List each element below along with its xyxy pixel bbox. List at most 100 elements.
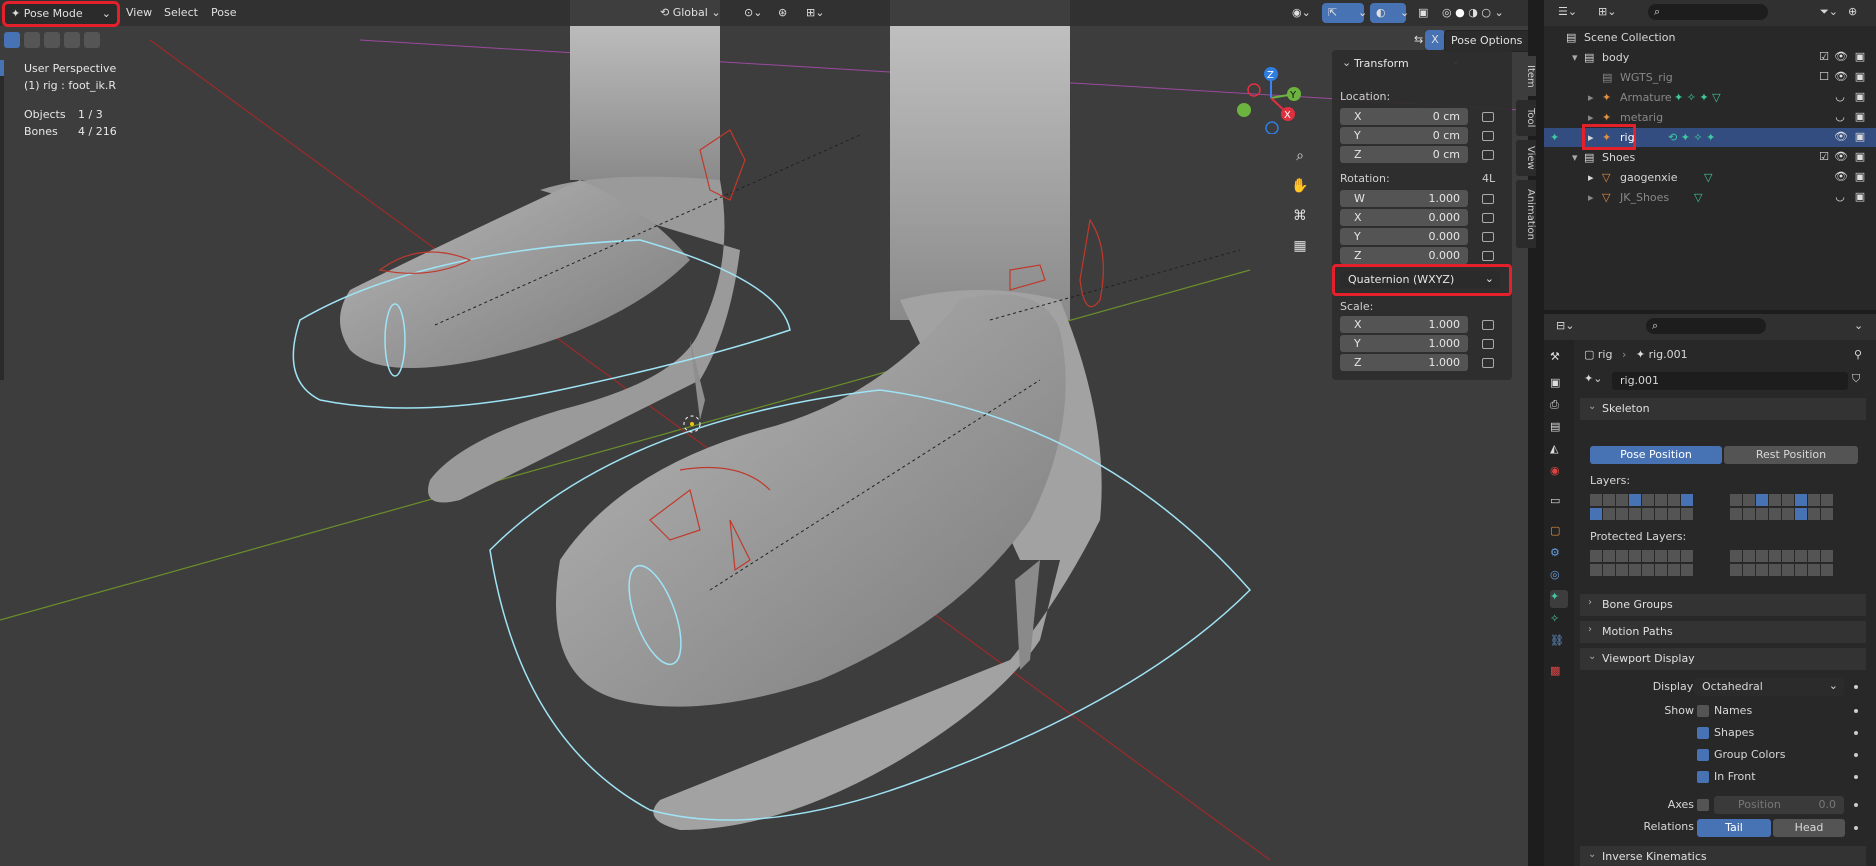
toolbar-edge[interactable] xyxy=(0,60,4,380)
eye-icon[interactable]: 👁 xyxy=(1834,51,1848,63)
select-invert-icon[interactable] xyxy=(84,32,100,48)
rotation-y-field[interactable]: Y 0.000 xyxy=(1340,228,1468,245)
panel-motion-paths[interactable]: › Motion Paths xyxy=(1580,621,1866,643)
rendered-shading-icon[interactable]: ○ xyxy=(1481,6,1491,19)
relations-head-button[interactable]: Head xyxy=(1773,819,1845,837)
editor-type-icon[interactable]: ⊟⌄ xyxy=(1556,319,1574,332)
eye-icon[interactable]: 👁 xyxy=(1834,131,1848,143)
layers-grid-left[interactable] xyxy=(1590,494,1718,522)
camera-icon[interactable]: ▣ xyxy=(1854,91,1866,103)
texture-tab-icon[interactable]: ▩ xyxy=(1550,664,1568,682)
camera-icon[interactable]: ▣ xyxy=(1854,111,1866,123)
pose-position-button[interactable]: Pose Position xyxy=(1590,446,1722,464)
x-mirror-toggle[interactable]: X xyxy=(1425,30,1445,50)
eye-closed-icon[interactable]: ◡ xyxy=(1834,111,1846,123)
shapes-checkbox[interactable] xyxy=(1697,727,1709,739)
pin-icon[interactable]: ⚲ xyxy=(1854,348,1862,361)
lock-icon[interactable] xyxy=(1482,232,1494,242)
pose-options-dropdown[interactable]: Pose Options ⌄ xyxy=(1444,30,1528,67)
outliner-row-scene-collection[interactable]: ▤ Scene Collection xyxy=(1544,28,1876,47)
select-box-icon[interactable] xyxy=(4,32,20,48)
navigation-gizmo[interactable]: Z Y X xyxy=(1236,62,1306,135)
lock-icon[interactable] xyxy=(1482,194,1494,204)
tool-tab-icon[interactable]: ⚒ xyxy=(1550,350,1568,368)
outliner-row-wgts-rig[interactable]: ▤ WGTS_rig ☐ 👁 ▣ xyxy=(1544,68,1876,87)
perspective-toggle-icon[interactable]: ▦ xyxy=(1288,234,1312,258)
scale-y-field[interactable]: Y 1.000 xyxy=(1340,335,1468,352)
eye-closed-icon[interactable]: ◡ xyxy=(1834,191,1846,203)
expand-arrow-icon[interactable]: ▸ xyxy=(1588,171,1594,184)
panel-bone-groups[interactable]: › Bone Groups xyxy=(1580,594,1866,616)
camera-icon[interactable]: ▣ xyxy=(1854,191,1866,203)
fake-user-shield-icon[interactable]: ⛉ xyxy=(1852,372,1860,386)
lock-icon[interactable] xyxy=(1482,112,1494,122)
expand-arrow-icon[interactable]: ▾ xyxy=(1572,51,1578,64)
material-shading-icon[interactable]: ◑ xyxy=(1468,6,1478,19)
expand-arrow-icon[interactable]: ▸ xyxy=(1588,111,1594,124)
in-front-checkbox[interactable] xyxy=(1697,771,1709,783)
scale-x-field[interactable]: X 1.000 xyxy=(1340,316,1468,333)
tab-tool[interactable]: Tool xyxy=(1516,100,1536,136)
animate-property-icon[interactable] xyxy=(1854,731,1858,735)
animate-property-icon[interactable] xyxy=(1854,775,1858,779)
armature-data-tab-icon[interactable]: ✦ xyxy=(1550,590,1568,608)
exclude-checkbox[interactable]: ☑ xyxy=(1818,51,1830,63)
scene-tab-icon[interactable]: ◭ xyxy=(1550,442,1568,460)
animate-property-icon[interactable] xyxy=(1854,685,1858,689)
expand-arrow-icon[interactable]: ▾ xyxy=(1572,151,1578,164)
tab-view[interactable]: View xyxy=(1516,140,1536,176)
chevron-down-icon[interactable]: ⌄ xyxy=(1854,319,1863,332)
modifier-tab-icon[interactable]: ⚙ xyxy=(1550,546,1568,564)
snap-target-icon[interactable]: ⊞⌄ xyxy=(800,3,840,23)
rotation-mode-dropdown[interactable]: Quaternion (WXYZ) ⌄ xyxy=(1340,271,1500,288)
select-intersect-icon[interactable] xyxy=(64,32,80,48)
lock-icon[interactable] xyxy=(1482,358,1494,368)
outliner-row-body[interactable]: ▾ ▤ body ☑ 👁 ▣ xyxy=(1544,48,1876,67)
animate-property-icon[interactable] xyxy=(1854,753,1858,757)
protected-layers-grid-left[interactable] xyxy=(1590,550,1718,578)
editor-type-icon[interactable]: ☰⌄ xyxy=(1558,5,1577,18)
camera-view-icon[interactable]: ⌘ xyxy=(1288,204,1312,228)
mode-dropdown[interactable]: ✦ Pose Mode ⌄ xyxy=(2,1,120,27)
outliner-row-gaogenxie[interactable]: ▸ ▽ gaogenxie ▽ 👁 ▣ xyxy=(1544,168,1876,187)
bone-tab-icon[interactable]: ✧ xyxy=(1550,612,1568,630)
armature-browse-icon[interactable]: ✦⌄ xyxy=(1584,372,1610,390)
panel-skeleton[interactable]: ⌄ Skeleton xyxy=(1580,398,1866,420)
protected-layers-grid-right[interactable] xyxy=(1730,550,1858,578)
pan-hand-icon[interactable]: ✋ xyxy=(1288,174,1312,198)
lock-icon[interactable] xyxy=(1482,131,1494,141)
expand-arrow-icon[interactable]: ▸ xyxy=(1588,91,1594,104)
outliner-row-rig[interactable]: ✦ ▸ ✦ rig ⟲ ✦ ✧ ✦ 👁 ▣ xyxy=(1544,124,1876,150)
lock-icon[interactable] xyxy=(1482,320,1494,330)
solid-shading-icon[interactable]: ● xyxy=(1455,6,1465,19)
rotation-z-field[interactable]: Z 0.000 xyxy=(1340,247,1468,264)
chevron-down-icon[interactable]: ⌄ xyxy=(1494,6,1503,19)
location-y-field[interactable]: Y0 cm xyxy=(1340,127,1468,144)
lock-icon[interactable] xyxy=(1482,339,1494,349)
bone-constraint-tab-icon[interactable]: ⛓ xyxy=(1550,634,1568,652)
exclude-checkbox[interactable]: ☐ xyxy=(1818,71,1830,83)
camera-icon[interactable]: ▣ xyxy=(1854,131,1866,143)
eye-closed-icon[interactable]: ◡ xyxy=(1834,91,1846,103)
panel-viewport-display[interactable]: ⌄ Viewport Display xyxy=(1580,648,1866,670)
chevron-down-icon[interactable]: ⌄ xyxy=(1342,56,1351,69)
outliner-row-armature[interactable]: ▸ ✦ Armature ✦ ✧ ✦ ▽ ◡ ▣ xyxy=(1544,88,1876,107)
filter-icon[interactable]: ⏷⌄ xyxy=(1820,5,1838,19)
physics-tab-icon[interactable]: ◎ xyxy=(1550,568,1568,586)
animate-property-icon[interactable] xyxy=(1854,709,1858,713)
transform-orientation-dropdown[interactable]: ⟲ Global ⌄ xyxy=(654,3,742,23)
select-extend-icon[interactable] xyxy=(24,32,40,48)
outliner-row-metarig[interactable]: ▸ ✦ metarig ◡ ▣ xyxy=(1544,108,1876,127)
3d-viewport[interactable]: ✦ Pose Mode ⌄ View Select Pose ⟲ Global … xyxy=(0,0,1528,866)
tab-animation[interactable]: Animation xyxy=(1516,180,1536,248)
location-x-field[interactable]: X0 cm xyxy=(1340,108,1468,125)
panel-inverse-kinematics[interactable]: ⌄ Inverse Kinematics xyxy=(1580,846,1866,866)
eye-icon[interactable]: 👁 xyxy=(1834,151,1848,163)
location-z-field[interactable]: Z0 cm xyxy=(1340,146,1468,163)
camera-icon[interactable]: ▣ xyxy=(1854,151,1866,163)
names-checkbox[interactable] xyxy=(1697,705,1709,717)
transform-panel-title[interactable]: Transform xyxy=(1354,57,1409,70)
new-collection-icon[interactable]: ⊕ xyxy=(1848,5,1857,18)
lock-icon[interactable] xyxy=(1482,213,1494,223)
rotation-w-field[interactable]: W 1.000 xyxy=(1340,190,1468,207)
